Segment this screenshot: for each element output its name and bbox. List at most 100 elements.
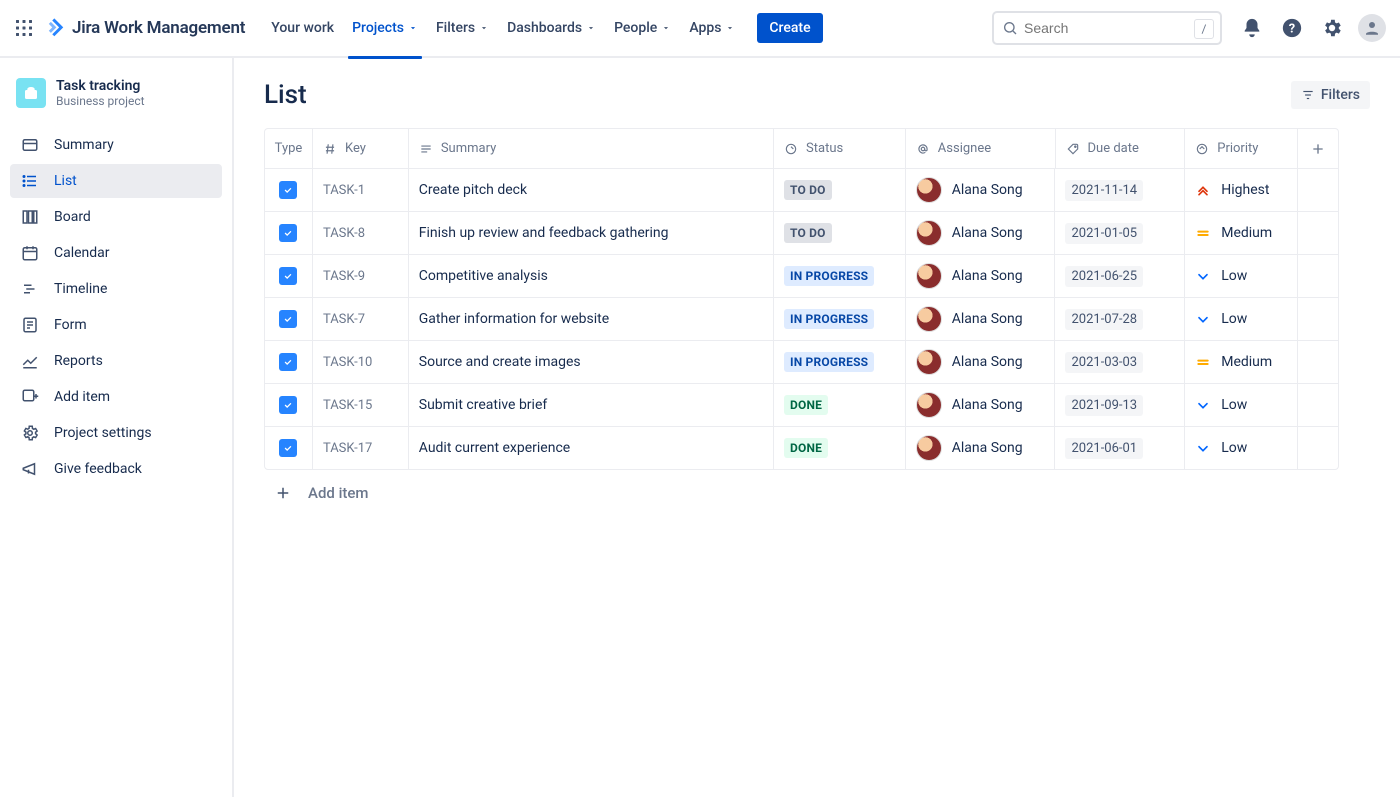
search-input[interactable] [1024, 20, 1190, 36]
cell-type[interactable] [265, 384, 313, 426]
help-button[interactable]: ? [1276, 12, 1308, 44]
cell-status[interactable]: DONE [774, 384, 906, 426]
cell-status[interactable]: IN PROGRESS [774, 298, 906, 340]
sidebar-item-calendar[interactable]: Calendar [10, 236, 222, 270]
col-summary[interactable]: Summary [409, 129, 774, 168]
col-key[interactable]: Key [313, 129, 409, 168]
cell-assignee[interactable]: Alana Song [906, 212, 1056, 254]
cell-assignee[interactable]: Alana Song [906, 427, 1056, 469]
sidebar-item-reports[interactable]: Reports [10, 344, 222, 378]
table-row[interactable]: TASK-15Submit creative briefDONEAlana So… [265, 384, 1338, 427]
cell-due[interactable]: 2021-09-13 [1055, 384, 1185, 426]
nav-item-your-work[interactable]: Your work [263, 14, 342, 42]
cell-status[interactable]: TO DO [774, 169, 906, 211]
sidebar-item-timeline[interactable]: Timeline [10, 272, 222, 306]
cell-type[interactable] [265, 341, 313, 383]
cell-priority[interactable]: Highest [1185, 169, 1298, 211]
cell-key[interactable]: TASK-10 [313, 341, 409, 383]
filters-button[interactable]: Filters [1291, 81, 1370, 109]
cell-key[interactable]: TASK-1 [313, 169, 409, 211]
col-assignee[interactable]: Assignee [906, 129, 1056, 168]
cell-key[interactable]: TASK-7 [313, 298, 409, 340]
cell-type[interactable] [265, 298, 313, 340]
table-row[interactable]: TASK-10Source and create imagesIN PROGRE… [265, 341, 1338, 384]
cell-summary[interactable]: Competitive analysis [409, 255, 774, 297]
cell-key[interactable]: TASK-15 [313, 384, 409, 426]
table-row[interactable]: TASK-8Finish up review and feedback gath… [265, 212, 1338, 255]
settings-button[interactable] [1316, 12, 1348, 44]
table-row[interactable]: TASK-9Competitive analysisIN PROGRESSAla… [265, 255, 1338, 298]
sidebar-item-give-feedback[interactable]: Give feedback [10, 452, 222, 486]
cell-priority[interactable]: Low [1185, 384, 1298, 426]
cell-status[interactable]: TO DO [774, 212, 906, 254]
cell-due[interactable]: 2021-06-25 [1055, 255, 1185, 297]
nav-item-dashboards[interactable]: Dashboards [499, 14, 604, 42]
cell-priority[interactable]: Medium [1185, 341, 1298, 383]
cell-due[interactable]: 2021-06-01 [1055, 427, 1185, 469]
cell-type[interactable] [265, 212, 313, 254]
tag-icon [1066, 142, 1080, 156]
svg-text:?: ? [1289, 21, 1295, 36]
table-row[interactable]: TASK-7Gather information for websiteIN P… [265, 298, 1338, 341]
cell-type[interactable] [265, 169, 313, 211]
sidebar-item-board[interactable]: Board [10, 200, 222, 234]
cell-due[interactable]: 2021-01-05 [1055, 212, 1185, 254]
sidebar-item-form[interactable]: Form [10, 308, 222, 342]
cell-key[interactable]: TASK-8 [313, 212, 409, 254]
col-due[interactable]: Due date [1056, 129, 1186, 168]
project-name: Task tracking [56, 78, 145, 94]
cell-key[interactable]: TASK-9 [313, 255, 409, 297]
col-priority[interactable]: Priority [1185, 129, 1298, 168]
list-icon [20, 172, 40, 190]
cell-summary[interactable]: Audit current experience [409, 427, 774, 469]
cell-assignee[interactable]: Alana Song [906, 341, 1056, 383]
cell-due[interactable]: 2021-03-03 [1055, 341, 1185, 383]
cell-status[interactable]: DONE [774, 427, 906, 469]
cell-priority[interactable]: Low [1185, 427, 1298, 469]
nav-item-apps[interactable]: Apps [681, 14, 743, 42]
nav-item-projects[interactable]: Projects [344, 14, 426, 42]
table-row[interactable]: TASK-17Audit current experienceDONEAlana… [265, 427, 1338, 469]
notifications-button[interactable] [1236, 12, 1268, 44]
cell-type[interactable] [265, 255, 313, 297]
chevron-down-icon [408, 23, 418, 33]
sidebar-item-list[interactable]: List [10, 164, 222, 198]
cell-priority[interactable]: Low [1185, 298, 1298, 340]
cell-due[interactable]: 2021-11-14 [1055, 169, 1185, 211]
app-switcher-button[interactable] [8, 12, 40, 44]
product-logo[interactable]: Jira Work Management [44, 17, 245, 39]
cell-summary[interactable]: Finish up review and feedback gathering [409, 212, 774, 254]
cell-priority[interactable]: Low [1185, 255, 1298, 297]
cell-type[interactable] [265, 427, 313, 469]
project-header[interactable]: Task tracking Business project [10, 78, 222, 122]
priority-low-icon [1195, 311, 1211, 327]
cell-priority[interactable]: Medium [1185, 212, 1298, 254]
table-row[interactable]: TASK-1Create pitch deckTO DOAlana Song20… [265, 169, 1338, 212]
col-type[interactable]: Type [265, 129, 313, 168]
cell-status[interactable]: IN PROGRESS [774, 255, 906, 297]
cell-key[interactable]: TASK-17 [313, 427, 409, 469]
cell-assignee[interactable]: Alana Song [906, 298, 1056, 340]
col-status[interactable]: Status [774, 129, 906, 168]
sidebar-item-project-settings[interactable]: Project settings [10, 416, 222, 450]
nav-item-people[interactable]: People [606, 14, 679, 42]
sidebar-item-summary[interactable]: Summary [10, 128, 222, 162]
cell-assignee[interactable]: Alana Song [906, 255, 1056, 297]
feedback-icon [20, 460, 40, 478]
cell-assignee[interactable]: Alana Song [906, 384, 1056, 426]
cell-due[interactable]: 2021-07-28 [1055, 298, 1185, 340]
add-item-row[interactable]: Add item [264, 470, 1370, 516]
search-input-container[interactable]: / [992, 11, 1222, 45]
cell-summary[interactable]: Create pitch deck [409, 169, 774, 211]
cell-summary[interactable]: Gather information for website [409, 298, 774, 340]
sidebar-item-add-item[interactable]: Add item [10, 380, 222, 414]
cell-summary[interactable]: Submit creative brief [409, 384, 774, 426]
profile-button[interactable] [1356, 12, 1388, 44]
cell-assignee[interactable]: Alana Song [906, 169, 1056, 211]
cell-status[interactable]: IN PROGRESS [774, 341, 906, 383]
cell-summary[interactable]: Source and create images [409, 341, 774, 383]
nav-item-filters[interactable]: Filters [428, 14, 497, 42]
form-icon [20, 316, 40, 334]
create-button[interactable]: Create [757, 13, 822, 43]
add-column-button[interactable] [1298, 129, 1338, 168]
